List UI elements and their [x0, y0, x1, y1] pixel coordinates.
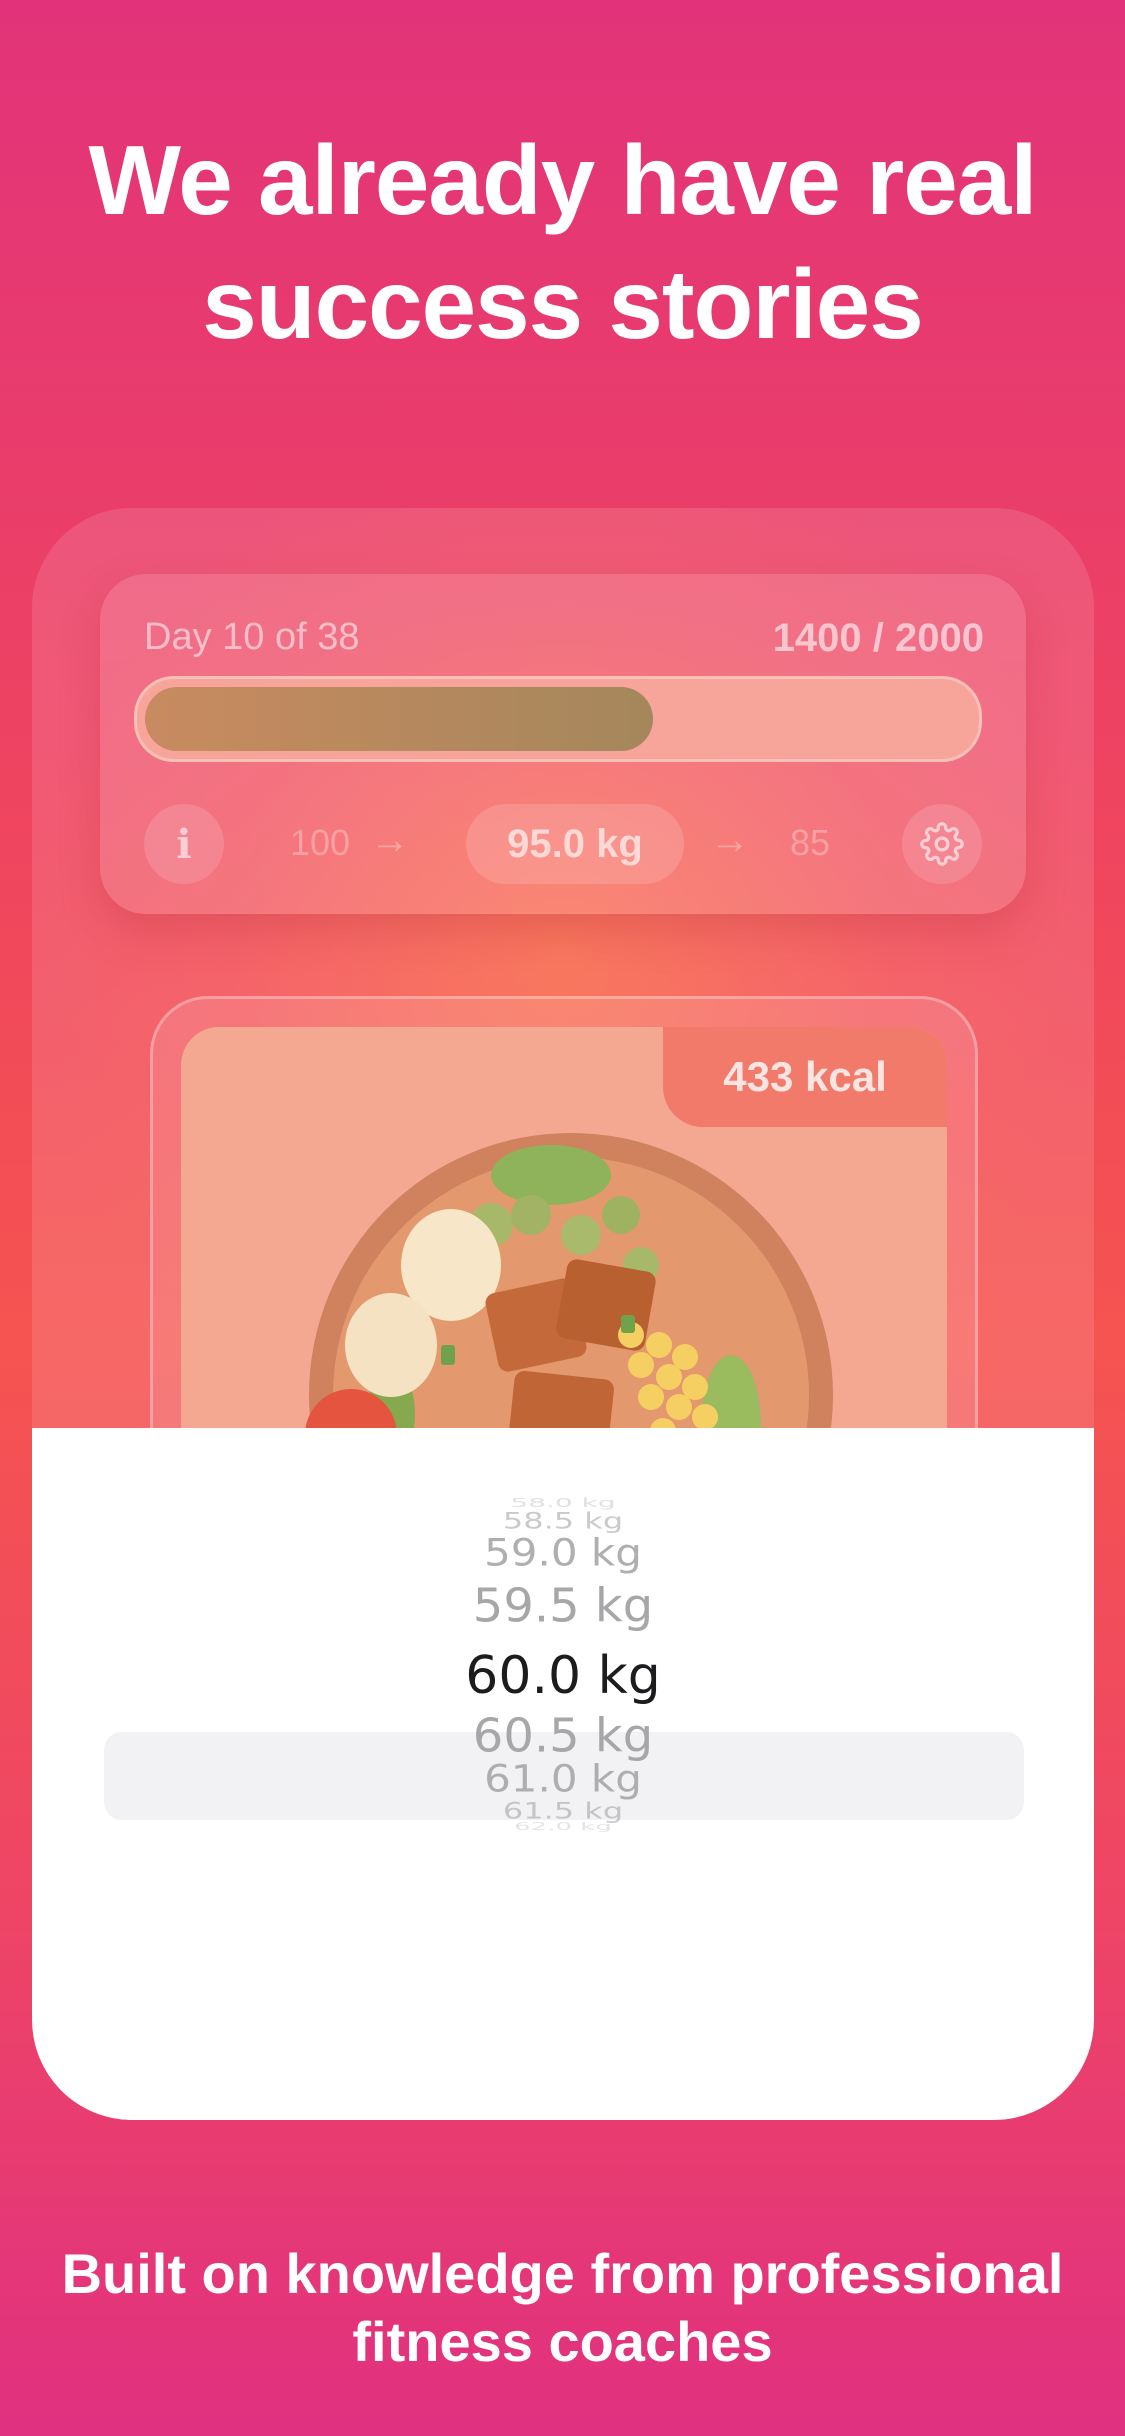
- kcal-badge: 433 kcal: [663, 1027, 947, 1127]
- calories-counter: 1400 / 2000: [772, 616, 984, 660]
- picker-item[interactable]: 59.5 kg: [32, 1579, 1094, 1633]
- weight-picker-sheet: 58.0 kg 58.5 kg 59.0 kg 59.5 kg 60.0 kg 60.5 …: [32, 1428, 1094, 2120]
- progress-card: Day 10 of 38 1400 / 2000 i 100 → 95.0 kg…: [100, 574, 1026, 914]
- start-weight: 100: [290, 822, 351, 863]
- picker-item[interactable]: 62.0 kg: [32, 1821, 1094, 1833]
- picker-item-selected[interactable]: 60.0 kg: [32, 1646, 1094, 1706]
- picker-item[interactable]: 59.0 kg: [32, 1530, 1094, 1574]
- arrow-right-icon: →: [370, 818, 410, 862]
- footer-tagline: Built on knowledge from professional fit…: [61, 2242, 1064, 2373]
- gear-icon: [920, 822, 964, 866]
- picker-item[interactable]: 60.5 kg: [32, 1709, 1094, 1763]
- goal-weight: 85: [790, 822, 831, 863]
- picker-item[interactable]: 61.0 kg: [32, 1756, 1094, 1800]
- info-icon: i: [176, 820, 192, 868]
- arrow-right-icon: →: [710, 818, 750, 862]
- info-button[interactable]: i: [144, 804, 224, 884]
- phone-mockup: Day 10 of 38 1400 / 2000 i 100 → 95.0 kg…: [32, 508, 1094, 2120]
- weight-track: 100 → 95.0 kg → 85: [290, 804, 836, 884]
- day-counter: Day 10 of 38: [144, 616, 360, 658]
- headline: We already have real success stories: [88, 125, 1038, 359]
- settings-button[interactable]: [902, 804, 982, 884]
- calories-progress-bar: [134, 676, 982, 762]
- calories-progress-fill: [145, 687, 653, 751]
- current-weight-button[interactable]: 95.0 kg: [466, 804, 684, 884]
